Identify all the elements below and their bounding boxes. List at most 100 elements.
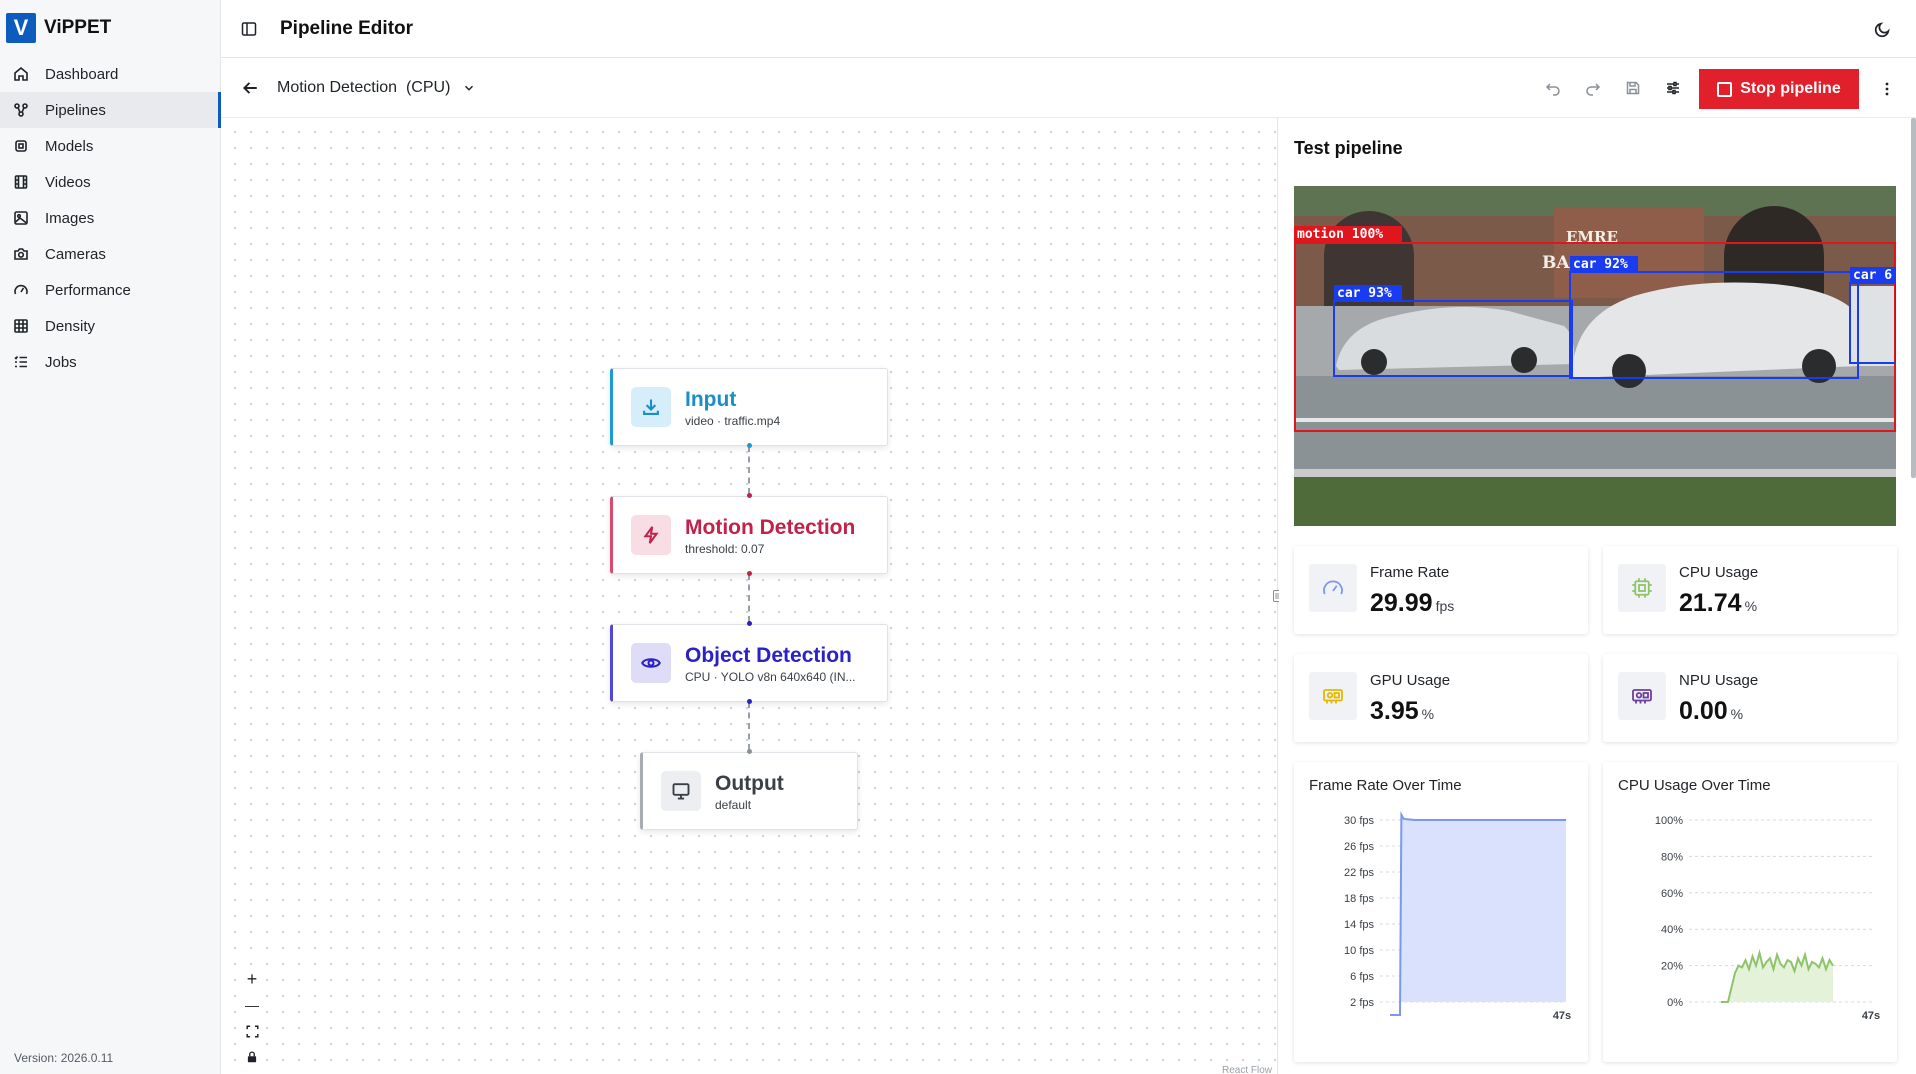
sidebar-nav: Dashboard Pipelines Models Videos Images… [0,56,221,380]
metric-unit: % [1730,706,1744,722]
panel-scrollbar[interactable] [1911,118,1916,478]
metric-value: 21.74% [1679,589,1757,618]
chevron-down-icon [462,81,476,95]
metric-unit: fps [1435,598,1455,614]
zoom-in-button[interactable]: + [239,966,265,992]
react-flow-attribution[interactable]: React Flow [1219,1064,1274,1074]
x-tick-label: 47s [1862,1010,1880,1022]
node-motion-detection[interactable]: Motion Detection threshold: 0.07 [610,496,888,574]
metric-value: 29.99 fps [1370,589,1454,618]
sidebar-item-jobs[interactable]: Jobs [0,344,220,380]
video-preview: EMRE BA motion 100% car 93% car 92% car … [1294,186,1896,526]
node-text: Output default [715,771,784,812]
top-header: Pipeline Editor [221,0,1916,58]
sidebar-toggle-icon[interactable] [237,17,261,41]
sidebar-item-videos[interactable]: Videos [0,164,220,200]
node-input[interactable]: Input video · traffic.mp4 [610,368,888,446]
metric-unit: % [1744,598,1758,614]
cpu-icon [1618,564,1666,612]
node-motion-input-handle[interactable] [747,493,752,498]
lock-icon[interactable] [239,1044,265,1070]
node-motion-output-handle[interactable] [747,571,752,576]
sidebar-item-label: Density [45,317,96,335]
cpu-usage-chart: 100% 80% 60% 40% 20% 0% 47s [1655,815,1880,1022]
pipeline-canvas[interactable]: Input video · traffic.mp4 Motion Detecti… [221,118,1281,1074]
node-text: Motion Detection threshold: 0.07 [685,515,855,556]
images-icon [12,209,30,227]
chart-card-frame-rate: Frame Rate Over Time 30 fps 26 fps 22 fps 1… [1294,762,1588,1062]
save-icon[interactable] [1620,75,1646,101]
node-output-input-handle[interactable] [747,749,752,754]
node-subtitle: threshold: 0.07 [685,541,765,556]
metric-value: 3.95% [1370,697,1434,726]
dark-mode-toggle-icon[interactable] [1870,17,1894,41]
stop-icon [1717,81,1733,97]
edge-object-output[interactable] [748,702,750,750]
sidebar-item-cameras[interactable]: Cameras [0,236,220,272]
node-title: Object Detection [685,643,852,667]
redo-icon[interactable] [1580,75,1606,101]
frame-rate-chart: 30 fps 26 fps 22 fps 18 fps 14 fps 10 fps 6 fp… [1344,811,1571,1022]
brand[interactable]: V ViPPET [0,0,220,55]
pipelines-icon [12,101,30,119]
node-title: Motion Detection [685,515,856,539]
more-vertical-icon[interactable] [1874,76,1900,102]
series-area [1728,952,1833,1002]
zoom-out-button[interactable]: — [239,992,265,1018]
node-output[interactable]: Output default [640,752,858,830]
node-text: Object Detection CPU · YOLO v8n 640x640 … [685,643,856,684]
settings-sliders-icon[interactable] [1660,75,1686,101]
metric-label: GPU Usage [1370,672,1451,689]
y-tick-label: 100% [1655,815,1683,827]
page-title: Pipeline Editor [280,17,414,39]
y-tick-label: 26 fps [1344,841,1374,853]
gauge-icon [1309,564,1357,612]
y-tick-label: 0% [1667,997,1683,1009]
pipeline-name: Motion Detection (CPU) [277,78,451,96]
y-tick-label: 18 fps [1344,893,1374,905]
sidebar-item-models[interactable]: Models [0,128,220,164]
sidebar-item-dashboard[interactable]: Dashboard [0,56,220,92]
camera-icon [12,245,30,263]
stop-pipeline-label: Stop pipeline [1740,80,1841,97]
edge-motion-object[interactable] [748,574,750,622]
back-arrow-icon[interactable] [237,75,263,101]
node-object-input-handle[interactable] [747,621,752,626]
pipeline-selector[interactable]: Motion Detection (CPU) [277,79,476,97]
node-object-output-handle[interactable] [747,699,752,704]
metric-value: 0.00% [1679,697,1743,726]
node-text: Input video · traffic.mp4 [685,387,780,428]
detection-label-car-1: car 93% [1337,286,1392,301]
monitor-icon [661,771,701,811]
node-object-detection[interactable]: Object Detection CPU · YOLO v8n 640x640 … [610,624,888,702]
undo-icon[interactable] [1540,75,1566,101]
y-tick-label: 40% [1661,924,1683,936]
edge-input-motion[interactable] [748,446,750,494]
stop-pipeline-button[interactable]: Stop pipeline [1699,69,1859,109]
sidebar-item-images[interactable]: Images [0,200,220,236]
metric-number: 21.74 [1679,589,1742,617]
toolbar-actions [1540,75,1686,101]
models-icon [12,137,30,155]
y-tick-label: 60% [1661,888,1683,900]
sidebar-item-pipelines[interactable]: Pipelines [0,92,221,128]
y-tick-label: 20% [1661,961,1683,973]
detection-label-car-3: car 6 [1853,268,1892,283]
chart-title: CPU Usage Over Time [1618,777,1771,794]
y-tick-label: 10 fps [1344,945,1374,957]
y-tick-label: 6 fps [1350,971,1374,983]
storefront-text: BA [1542,253,1570,273]
sidebar-item-label: Jobs [45,353,77,371]
node-input-output-handle[interactable] [747,443,752,448]
metric-number: 29.99 [1370,589,1433,617]
metric-label: CPU Usage [1679,564,1759,581]
sidebar-item-density[interactable]: Density [0,308,220,344]
app-logo: V [6,12,36,43]
metric-label: NPU Usage [1679,672,1759,689]
editor-toolbar: Motion Detection (CPU) Stop pipeline [221,58,1916,118]
sidebar-item-label: Pipelines [45,101,106,119]
fit-view-icon[interactable] [239,1018,265,1044]
node-subtitle: CPU · YOLO v8n 640x640 (IN... [685,669,856,684]
sidebar-item-performance[interactable]: Performance [0,272,220,308]
metric-number: 3.95 [1370,697,1419,725]
